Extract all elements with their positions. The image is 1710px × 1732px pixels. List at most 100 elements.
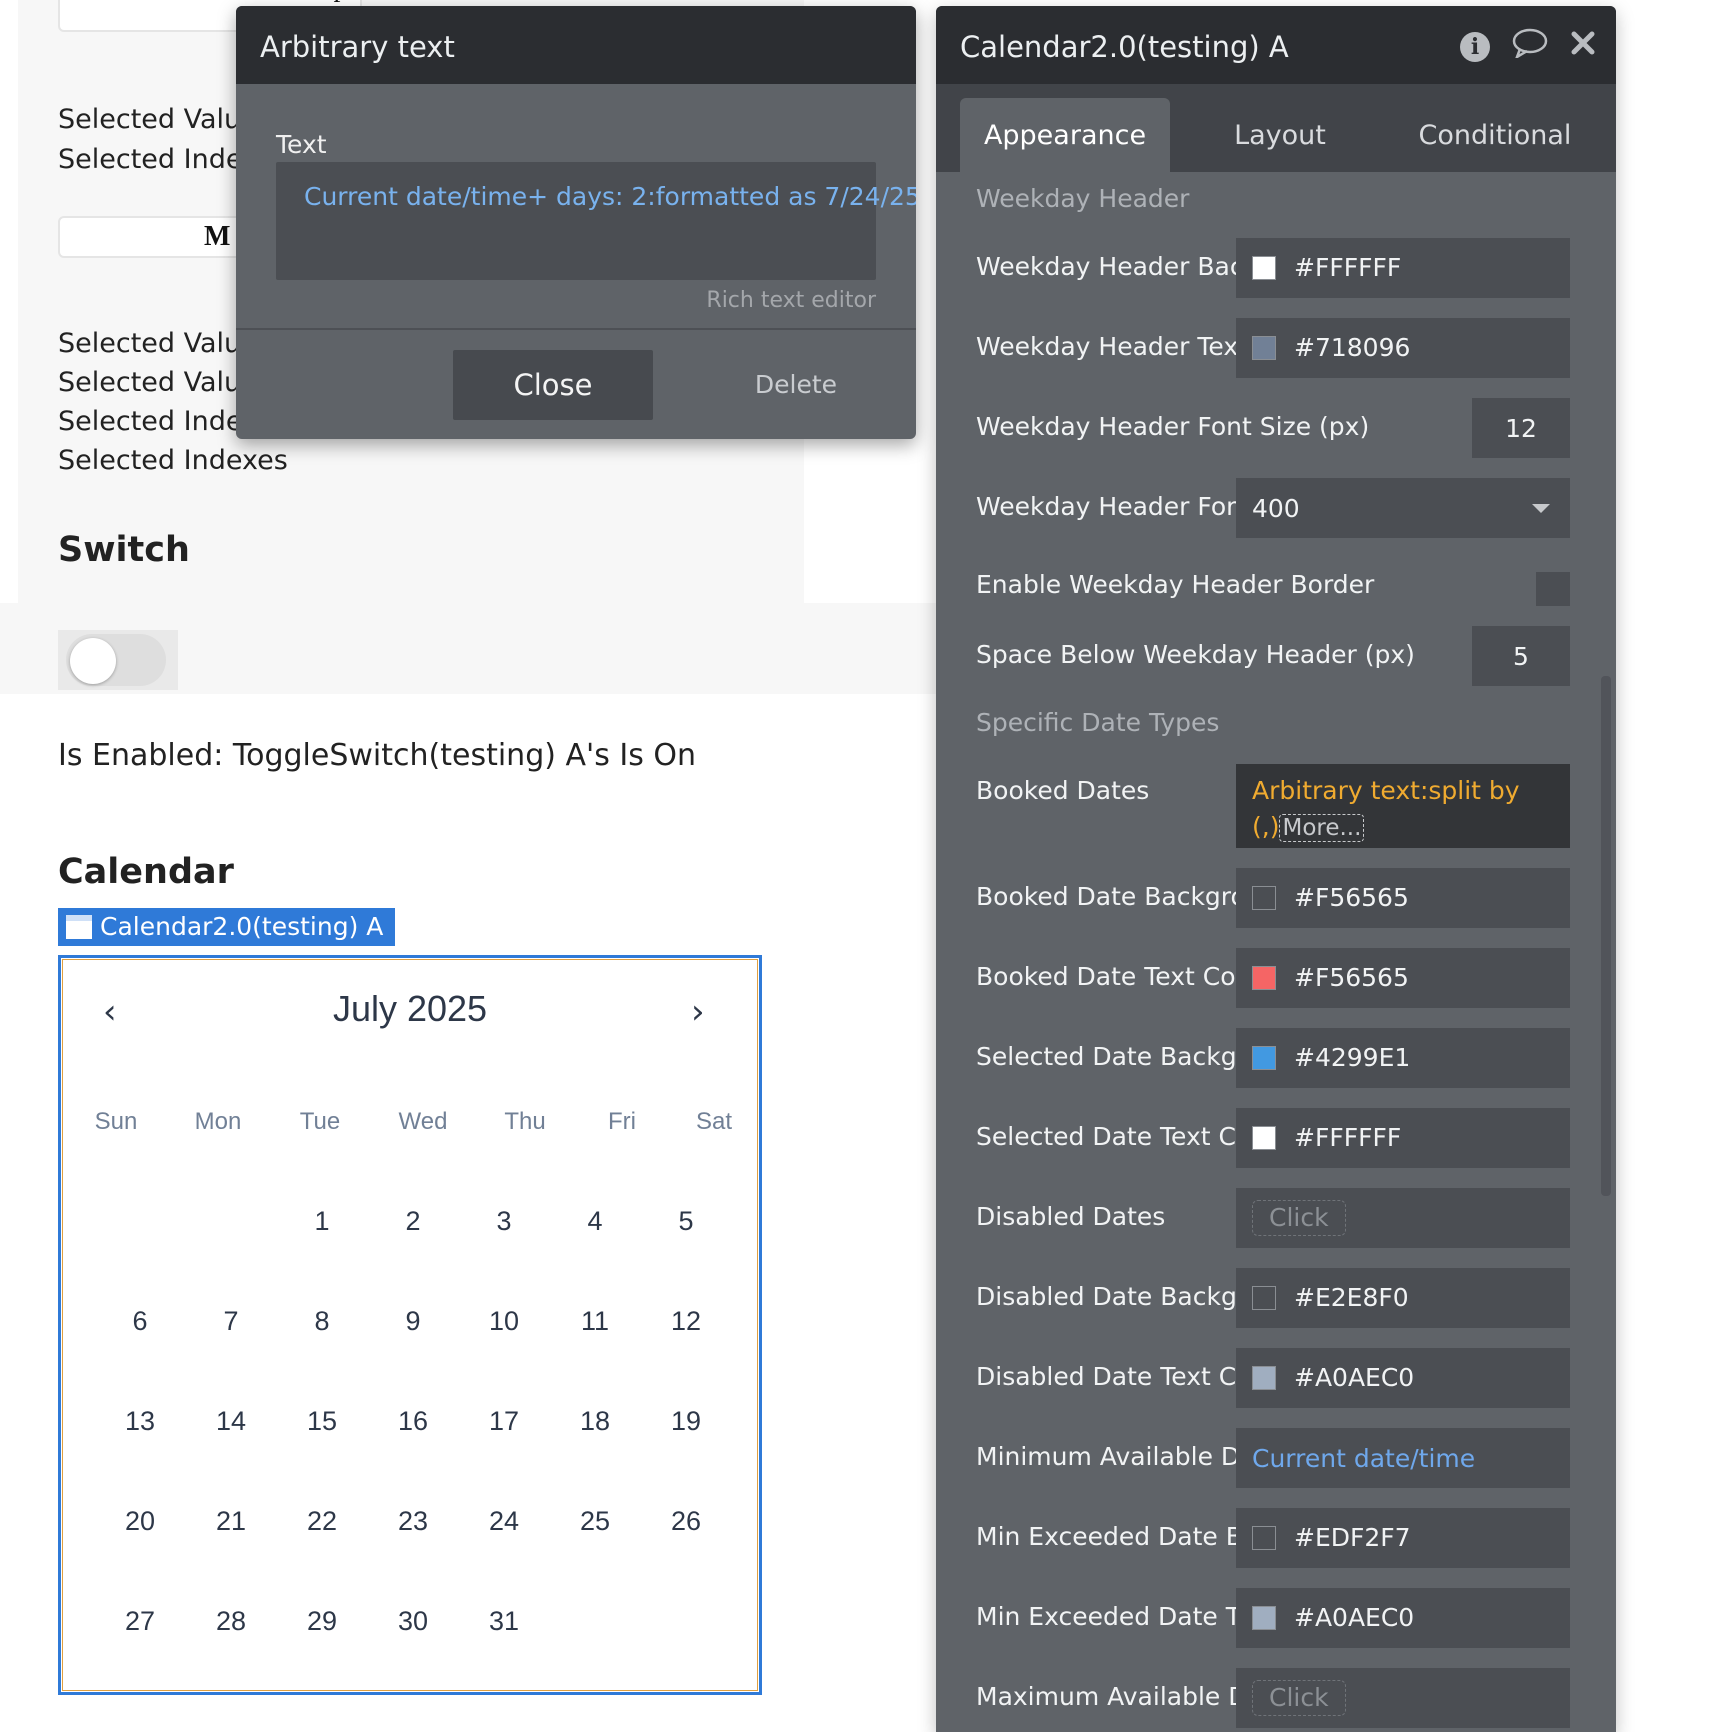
selected-date-text-color-field[interactable]: #FFFFFF (1236, 1108, 1570, 1168)
calendar-day[interactable]: 22 (292, 1506, 352, 1537)
calendar-day[interactable]: 28 (201, 1606, 261, 1637)
text-expression-value[interactable]: Current date/time+ days: 2:formatted as … (304, 182, 916, 211)
color-hex: #F56565 (1294, 963, 1409, 992)
calendar-day[interactable]: 3 (474, 1206, 534, 1237)
min-exceeded-date-background-color-field[interactable]: #EDF2F7 (1236, 1508, 1570, 1568)
selected-index-text: Selected Index (58, 144, 258, 175)
dynamic-expression[interactable]: Current date/time (1252, 1428, 1475, 1490)
calendar-day[interactable]: 11 (565, 1306, 625, 1337)
more-link[interactable]: More... (1279, 814, 1365, 842)
weekday-label: Tue (299, 1108, 341, 1135)
color-swatch[interactable] (1252, 1606, 1276, 1630)
calendar-widget[interactable]: ‹ July 2025 › Sun Mon Tue Wed Thu Fri Sat 1234… (58, 955, 762, 1695)
calendar-day[interactable]: 4 (565, 1206, 625, 1237)
maximum-available-date-label: Maximum Available D (976, 1682, 1246, 1711)
selected-date-text-color-label: Selected Date Text Col (976, 1122, 1246, 1151)
selected-index-text: Selected Index (58, 406, 258, 437)
weekday-header-font-size-input[interactable]: 12 (1472, 398, 1570, 458)
color-swatch[interactable] (1252, 336, 1276, 360)
color-hex: #FFFFFF (1294, 253, 1402, 282)
weekday-header-font-dropdown[interactable]: 400 (1236, 478, 1570, 538)
min-exceeded-date-text-color-field[interactable]: #A0AEC0 (1236, 1588, 1570, 1648)
color-hex: #EDF2F7 (1294, 1523, 1411, 1552)
expression-line: (,) More... (1252, 812, 1365, 842)
calendar-day[interactable]: 17 (474, 1406, 534, 1437)
calendar-day[interactable]: 24 (474, 1506, 534, 1537)
color-swatch[interactable] (1252, 1286, 1276, 1310)
weekday-header-text-label: Weekday Header Text (976, 332, 1246, 361)
calendar-day[interactable]: 25 (565, 1506, 625, 1537)
maximum-available-date-field[interactable]: Click (1236, 1668, 1570, 1728)
weekday-header-back-color-field[interactable]: #FFFFFF (1236, 238, 1570, 298)
calendar-day[interactable]: 21 (201, 1506, 261, 1537)
calendar-day[interactable]: 12 (656, 1306, 716, 1337)
calendar-day[interactable]: 26 (656, 1506, 716, 1537)
disabled-dates-field[interactable]: Click (1236, 1188, 1570, 1248)
calendar-icon (66, 915, 92, 939)
calendar-day[interactable]: 16 (383, 1406, 443, 1437)
color-swatch[interactable] (1252, 256, 1276, 280)
color-swatch[interactable] (1252, 886, 1276, 910)
space-below-weekday-header-input[interactable]: 5 (1472, 626, 1570, 686)
calendar-day[interactable]: 7 (201, 1306, 261, 1337)
disabled-date-text-color-field[interactable]: #A0AEC0 (1236, 1348, 1570, 1408)
disabled-date-background-label: Disabled Date Backgr (976, 1282, 1246, 1311)
booked-date-background-label: Booked Date Backgro (976, 882, 1246, 911)
calendar-day[interactable]: 2 (383, 1206, 443, 1237)
selected-value-text: Selected Value (58, 328, 258, 359)
calendar-day[interactable]: 14 (201, 1406, 261, 1437)
calendar-day[interactable]: 20 (110, 1506, 170, 1537)
calendar-day[interactable]: 31 (474, 1606, 534, 1637)
next-month-button[interactable]: › (691, 992, 705, 1032)
tab-appearance[interactable]: Appearance (960, 98, 1170, 172)
delete-button[interactable]: Delete (726, 350, 866, 420)
minimum-available-date-label: Minimum Available D (976, 1442, 1241, 1471)
calendar-day[interactable]: 19 (656, 1406, 716, 1437)
section-weekday-header: Weekday Header (976, 184, 1190, 213)
weekday-header-text-color-field[interactable]: #718096 (1236, 318, 1570, 378)
close-icon[interactable] (1570, 30, 1596, 64)
tab-conditional[interactable]: Conditional (1390, 98, 1600, 172)
chevron-down-icon (1532, 504, 1550, 513)
booked-date-background-color-field[interactable]: #F56565 (1236, 868, 1570, 928)
color-hex: #E2E8F0 (1294, 1283, 1409, 1312)
comment-icon[interactable] (1512, 28, 1548, 66)
color-swatch[interactable] (1252, 1046, 1276, 1070)
calendar-element-tag[interactable]: Calendar2.0(testing) A (58, 908, 396, 946)
calendar-day[interactable]: 6 (110, 1306, 170, 1337)
rich-text-editor-link[interactable]: Rich text editor (706, 288, 876, 313)
calendar-day[interactable]: 30 (383, 1606, 443, 1637)
disabled-date-background-color-field[interactable]: #E2E8F0 (1236, 1268, 1570, 1328)
toggle-switch[interactable] (58, 630, 178, 690)
calendar-day[interactable]: 13 (110, 1406, 170, 1437)
click-placeholder[interactable]: Click (1252, 1680, 1346, 1716)
text-expression-field[interactable]: Current date/time+ days: 2:formatted as … (276, 162, 916, 280)
calendar-day[interactable]: 9 (383, 1306, 443, 1337)
color-swatch[interactable] (1252, 1526, 1276, 1550)
calendar-day[interactable]: 29 (292, 1606, 352, 1637)
selected-date-background-color-field[interactable]: #4299E1 (1236, 1028, 1570, 1088)
click-placeholder[interactable]: Click (1252, 1200, 1346, 1236)
minimum-available-date-field[interactable]: Current date/time (1236, 1428, 1570, 1488)
calendar-day[interactable]: 18 (565, 1406, 625, 1437)
calendar-day[interactable]: 27 (110, 1606, 170, 1637)
calendar-day[interactable]: 5 (656, 1206, 716, 1237)
color-swatch[interactable] (1252, 1126, 1276, 1150)
enable-weekday-header-border-label: Enable Weekday Header Border (976, 570, 1375, 599)
calendar-day[interactable]: 1 (292, 1206, 352, 1237)
calendar-day[interactable]: 8 (292, 1306, 352, 1337)
color-swatch[interactable] (1252, 1366, 1276, 1390)
calendar-day[interactable]: 10 (474, 1306, 534, 1337)
color-swatch[interactable] (1252, 966, 1276, 990)
tab-layout[interactable]: Layout (1180, 98, 1380, 172)
calendar-day[interactable]: 23 (383, 1506, 443, 1537)
booked-dates-expression[interactable]: Arbitrary text:split by (,) More... (1236, 764, 1570, 848)
calendar-tag-label: Calendar2.0(testing) A (100, 912, 384, 941)
info-icon[interactable]: i (1460, 32, 1490, 62)
panel-scrollbar[interactable] (1601, 676, 1611, 1196)
enable-weekday-header-border-checkbox[interactable] (1536, 572, 1570, 606)
close-button[interactable]: Close (453, 350, 653, 420)
weekday-header-font-size-label: Weekday Header Font Size (px) (976, 412, 1370, 441)
calendar-day[interactable]: 15 (292, 1406, 352, 1437)
booked-date-text-color-field[interactable]: #F56565 (1236, 948, 1570, 1008)
